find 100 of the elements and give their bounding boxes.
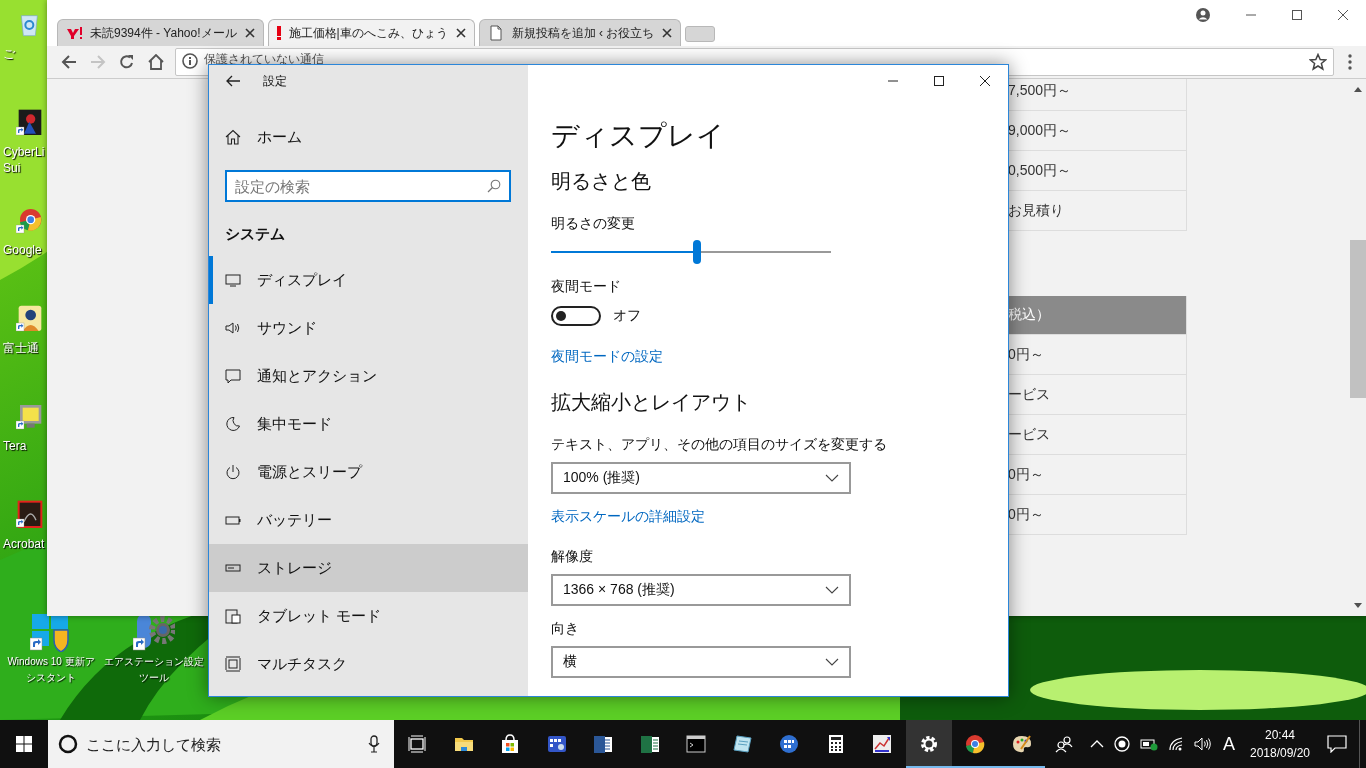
battery-icon[interactable]	[1140, 737, 1158, 751]
clock-time[interactable]: 20:44	[1265, 726, 1295, 744]
home-icon	[225, 129, 241, 145]
multitask-icon	[225, 656, 241, 672]
chevron-down-icon	[825, 586, 839, 594]
logo-icon	[66, 25, 82, 41]
maximize-icon[interactable]	[1291, 9, 1303, 21]
settings-link[interactable]: 表示スケールの詳細設定	[551, 506, 705, 526]
power-icon	[225, 464, 241, 480]
back-icon[interactable]	[61, 54, 77, 70]
search-input[interactable]: ここに入力して検索	[86, 720, 360, 768]
close-icon[interactable]	[1337, 9, 1349, 21]
exclamation-icon	[276, 25, 281, 41]
dropdown[interactable]: 横	[551, 646, 851, 678]
nav-item[interactable]: サウンド	[209, 304, 528, 352]
document-icon	[593, 734, 614, 754]
scrollbar-thumb[interactable]	[1350, 240, 1366, 398]
grid-gear-icon	[546, 734, 567, 754]
field-label: 明るさの変更	[551, 214, 635, 233]
palette-icon	[1011, 734, 1032, 754]
reload-icon[interactable]	[119, 54, 135, 70]
chevron-down-icon	[825, 658, 839, 666]
taskbar-app[interactable]	[905, 720, 952, 768]
app-tile-icon[interactable]	[16, 500, 44, 530]
toggle-state: オフ	[613, 307, 641, 325]
microphone-icon[interactable]	[368, 735, 380, 753]
circle-icon	[58, 734, 78, 754]
scrollbar[interactable]	[1350, 79, 1366, 616]
field-label: テキスト、アプリ、その他の項目のサイズを変更する	[551, 435, 887, 454]
section-heading: 明るさと色	[551, 169, 651, 194]
browser-icon	[965, 734, 986, 754]
close-icon[interactable]	[244, 28, 255, 38]
people-icon[interactable]	[1055, 735, 1073, 753]
search-box[interactable]: 設定の検索	[225, 170, 511, 202]
dropdown[interactable]: 100% (推奨)	[551, 462, 851, 494]
home-link[interactable]: ホーム	[209, 113, 528, 161]
star-icon[interactable]	[1309, 53, 1327, 71]
nav-item[interactable]: 集中モード	[209, 400, 528, 448]
scroll-down-icon[interactable]	[1354, 603, 1362, 608]
chart-icon	[872, 734, 893, 754]
windows-shield-icon[interactable]	[30, 612, 72, 652]
section-heading: 拡大縮小とレイアウト	[551, 390, 751, 415]
record-icon[interactable]	[1114, 736, 1130, 752]
menu-icon[interactable]	[1348, 54, 1352, 70]
wifi-icon[interactable]	[1168, 736, 1184, 752]
browser-tab[interactable]: 施工価格|車のへこみ、ひょう	[267, 19, 475, 46]
volume-icon[interactable]	[1194, 736, 1212, 752]
close-icon[interactable]	[455, 28, 466, 38]
settings-link[interactable]: 夜間モードの設定	[551, 346, 663, 366]
globe-icon	[779, 734, 800, 754]
clock-date[interactable]: 2018/09/20	[1249, 744, 1311, 762]
slider[interactable]	[551, 240, 831, 264]
input-mode-indicator[interactable]: A	[1223, 733, 1235, 755]
nav-item[interactable]: バッテリー	[209, 496, 528, 544]
close-icon[interactable]	[662, 28, 673, 38]
nav-item[interactable]: 電源とスリープ	[209, 448, 528, 496]
tablet-icon	[225, 608, 241, 624]
slider-thumb[interactable]	[692, 240, 701, 264]
close-icon[interactable]	[979, 75, 991, 87]
field-label: 解像度	[551, 547, 593, 566]
info-icon	[182, 53, 198, 69]
task-view-icon	[407, 734, 428, 754]
bag-icon	[500, 734, 521, 754]
notification-icon[interactable]	[1327, 735, 1347, 753]
forward-icon	[90, 54, 106, 70]
nav-item[interactable]: ストレージ	[209, 544, 528, 592]
speaker-icon	[225, 320, 241, 336]
home-icon[interactable]	[148, 54, 164, 70]
nav-item[interactable]: マルチタスク	[209, 640, 528, 688]
browser-icon[interactable]	[16, 206, 44, 236]
moon-icon	[225, 416, 241, 432]
notepad-icon	[732, 734, 753, 754]
page-title: ディスプレイ	[551, 119, 725, 153]
back-icon[interactable]	[225, 73, 241, 89]
scroll-up-icon[interactable]	[1354, 87, 1362, 92]
terminal-icon	[686, 734, 707, 754]
spreadsheet-icon	[639, 734, 660, 754]
field-label: 向き	[551, 619, 579, 638]
section-heading: システム	[224, 224, 286, 244]
page-icon	[487, 25, 504, 41]
browser-tab[interactable]: 新規投稿を追加 ‹ お役立ち	[478, 19, 682, 46]
settings-icon	[918, 734, 939, 754]
dropdown[interactable]: 1366 × 768 (推奨)	[551, 574, 851, 606]
search-box[interactable]: ここに入力して検索	[48, 720, 394, 768]
search-input[interactable]: 設定の検索	[235, 172, 487, 200]
maximize-icon[interactable]	[933, 75, 945, 87]
monitor-icon[interactable]	[16, 402, 44, 432]
search-icon	[487, 179, 501, 193]
monitor-icon	[225, 272, 241, 288]
chevron-up-icon[interactable]	[1090, 740, 1104, 748]
field-label: 夜間モード	[551, 277, 621, 296]
windows-icon	[16, 736, 32, 752]
desktop-icon-label[interactable]: エアステーション設定 ツール	[104, 654, 204, 686]
toggle-switch[interactable]	[551, 306, 601, 326]
nav-item[interactable]: 通知とアクション	[209, 352, 528, 400]
browser-tab[interactable]: 未読9394件 - Yahoo!メール	[57, 19, 264, 46]
profile-icon[interactable]	[1195, 7, 1211, 23]
speech-bubble-icon	[225, 368, 241, 384]
nav-item[interactable]: タブレット モード	[209, 592, 528, 640]
chevron-down-icon	[825, 474, 839, 482]
